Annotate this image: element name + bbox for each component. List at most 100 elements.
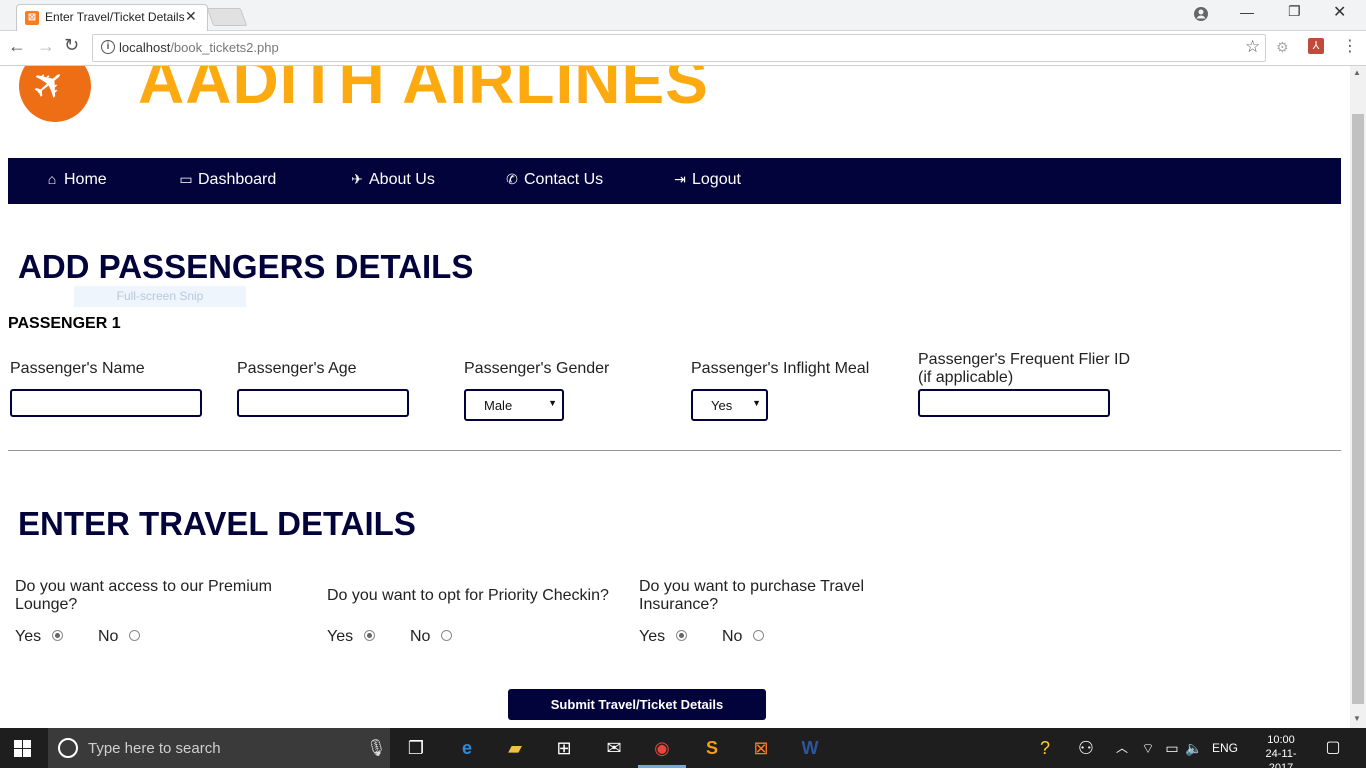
passenger-name-input[interactable] [10, 389, 202, 417]
plane-logo-icon: ✈ [22, 66, 77, 113]
cortana-icon [58, 738, 78, 758]
logout-icon: ⇥ [674, 171, 686, 187]
forward-arrow-icon[interactable]: → [37, 36, 55, 57]
windows-taskbar: Type here to search 🎙 ❐ e ▰ ⊞ ✉ ◉ S ⊠ W … [0, 728, 1366, 774]
page-scrollbar[interactable]: ▲ ▼ [1350, 66, 1366, 728]
scroll-up-icon[interactable]: ▲ [1353, 68, 1361, 77]
lounge-question-line2: Lounge? [15, 596, 78, 613]
taskbar-search-placeholder: Type here to search [88, 740, 221, 757]
meal-select[interactable]: Yes ▼ [691, 389, 768, 421]
scroll-thumb[interactable] [1352, 114, 1364, 704]
monitor-icon: ▭ [179, 171, 193, 187]
xampp-taskbar-icon[interactable]: ⊠ [747, 734, 775, 762]
insurance-question: Do you want to purchase Travel Insurance… [639, 578, 864, 614]
snip-overlay[interactable]: Full-screen Snip [74, 286, 246, 307]
browser-toolbar: ← → ↻ i localhost/book_tickets2.php ☆ ⚙ … [0, 31, 1366, 66]
nav-dashboard-label: Dashboard [198, 171, 277, 188]
people-icon[interactable]: ⚇ [1072, 734, 1100, 762]
clock-time: 10:00 [1267, 734, 1295, 746]
frequent-flier-label: Passenger's Frequent Flier ID (if applic… [918, 351, 1130, 387]
store-icon[interactable]: ⊞ [550, 734, 578, 762]
file-explorer-icon[interactable]: ▰ [501, 734, 529, 762]
passenger-number-label: PASSENGER 1 [8, 315, 121, 332]
gender-select[interactable]: Male ▼ [464, 389, 564, 421]
priority-no-radio[interactable] [441, 630, 452, 641]
nav-contact-label: Contact Us [524, 171, 604, 188]
brand-title: AADITH AIRLINES [138, 66, 709, 117]
lounge-yes-label: Yes [15, 628, 42, 645]
clock-date: 24-11-2017 [1265, 748, 1297, 774]
volume-icon[interactable]: 🔈 [1180, 734, 1208, 762]
priority-yes-radio[interactable] [364, 630, 375, 641]
priority-question: Do you want to opt for Priority Checkin? [327, 587, 609, 604]
passenger-age-input[interactable] [237, 389, 409, 417]
profile-icon[interactable] [1193, 6, 1209, 22]
nav-dashboard[interactable]: ▭ Dashboard [178, 171, 276, 189]
pdf-extension-icon[interactable]: ⅄ [1308, 38, 1324, 54]
travel-heading: ENTER TRAVEL DETAILS [18, 505, 416, 542]
nav-home[interactable]: ⌂ Home [44, 171, 107, 189]
dropdown-arrow-icon: ▼ [752, 398, 761, 408]
priority-no-label: No [410, 628, 431, 645]
sublime-text-icon[interactable]: S [698, 734, 726, 762]
extension-icon[interactable]: ⚙ [1276, 39, 1292, 55]
nav-about-us[interactable]: ✈ About Us [349, 171, 435, 189]
xampp-icon: ⊠ [25, 11, 39, 25]
edge-icon[interactable]: e [453, 734, 481, 762]
passenger-gender-label: Passenger's Gender [464, 360, 610, 377]
nav-contact-us[interactable]: ✆ Contact Us [504, 171, 603, 189]
gender-select-value: Male [484, 398, 513, 413]
mail-icon[interactable]: ✉ [600, 734, 628, 762]
web-page: ✈ AADITH AIRLINES ⌂ Home ▭ Dashboard ✈ Abou… [0, 66, 1350, 728]
scroll-down-icon[interactable]: ▼ [1353, 714, 1361, 723]
lounge-no-label: No [98, 628, 119, 645]
minimize-icon[interactable]: — [1240, 4, 1254, 20]
frequent-flier-label-line2: (if applicable) [918, 369, 1014, 386]
tab-close-icon[interactable]: ✕ [185, 8, 197, 25]
language-indicator[interactable]: ENG [1212, 741, 1238, 755]
insurance-yes-radio[interactable] [676, 630, 687, 641]
task-view-icon[interactable]: ❐ [402, 734, 430, 762]
back-arrow-icon[interactable]: ← [8, 36, 26, 57]
lounge-yes-radio[interactable] [52, 630, 63, 641]
frequent-flier-input[interactable] [918, 389, 1110, 417]
word-icon[interactable]: W [796, 734, 824, 762]
meal-select-value: Yes [711, 398, 733, 413]
passenger-age-label: Passenger's Age [237, 360, 357, 377]
info-icon[interactable]: i [101, 40, 115, 54]
maximize-icon[interactable]: ❐ [1288, 3, 1301, 20]
chrome-icon[interactable]: ◉ [648, 734, 676, 762]
nav-logout[interactable]: ⇥ Logout [672, 171, 741, 189]
url-text[interactable]: localhost/book_tickets2.php [119, 40, 279, 55]
priority-yes-label: Yes [327, 628, 354, 645]
menu-dots-icon[interactable]: ⋮ [1342, 36, 1358, 56]
lounge-question-line1: Do you want access to our Premium [15, 578, 272, 595]
dropdown-arrow-icon: ▼ [548, 398, 557, 408]
url-host: localhost [119, 40, 171, 55]
passenger-name-label: Passenger's Name [10, 360, 145, 377]
frequent-flier-label-line1: Passenger's Frequent Flier ID [918, 351, 1131, 368]
taskbar-search[interactable]: Type here to search 🎙 [48, 728, 390, 768]
close-window-icon[interactable]: ✕ [1333, 2, 1346, 22]
browser-tab[interactable]: ⊠ Enter Travel/Ticket Details ✕ [16, 4, 208, 31]
windows-start-icon[interactable] [14, 740, 31, 757]
new-tab-button[interactable] [206, 8, 248, 26]
insurance-yes-label: Yes [639, 628, 666, 645]
help-icon[interactable]: ? [1031, 734, 1059, 762]
address-bar[interactable]: i localhost/book_tickets2.php ☆ [92, 34, 1266, 62]
nav-home-label: Home [64, 171, 107, 188]
reload-icon[interactable]: ↻ [64, 35, 79, 56]
clock[interactable]: 10:00 24-11-2017 [1258, 733, 1304, 775]
show-hidden-icons[interactable]: ︿ [1108, 734, 1136, 762]
phone-icon: ✆ [506, 171, 518, 187]
notification-icon[interactable]: ▢ [1319, 734, 1347, 762]
submit-button[interactable]: Submit Travel/Ticket Details [508, 689, 766, 720]
insurance-question-line2: Insurance? [639, 596, 719, 613]
microphone-icon[interactable]: 🎙 [366, 738, 386, 758]
bookmark-star-icon[interactable]: ☆ [1245, 37, 1260, 57]
lounge-no-radio[interactable] [129, 630, 140, 641]
insurance-no-label: No [722, 628, 743, 645]
url-path: /book_tickets2.php [170, 40, 279, 55]
passengers-heading: ADD PASSENGERS DETAILS [18, 248, 474, 285]
insurance-no-radio[interactable] [753, 630, 764, 641]
